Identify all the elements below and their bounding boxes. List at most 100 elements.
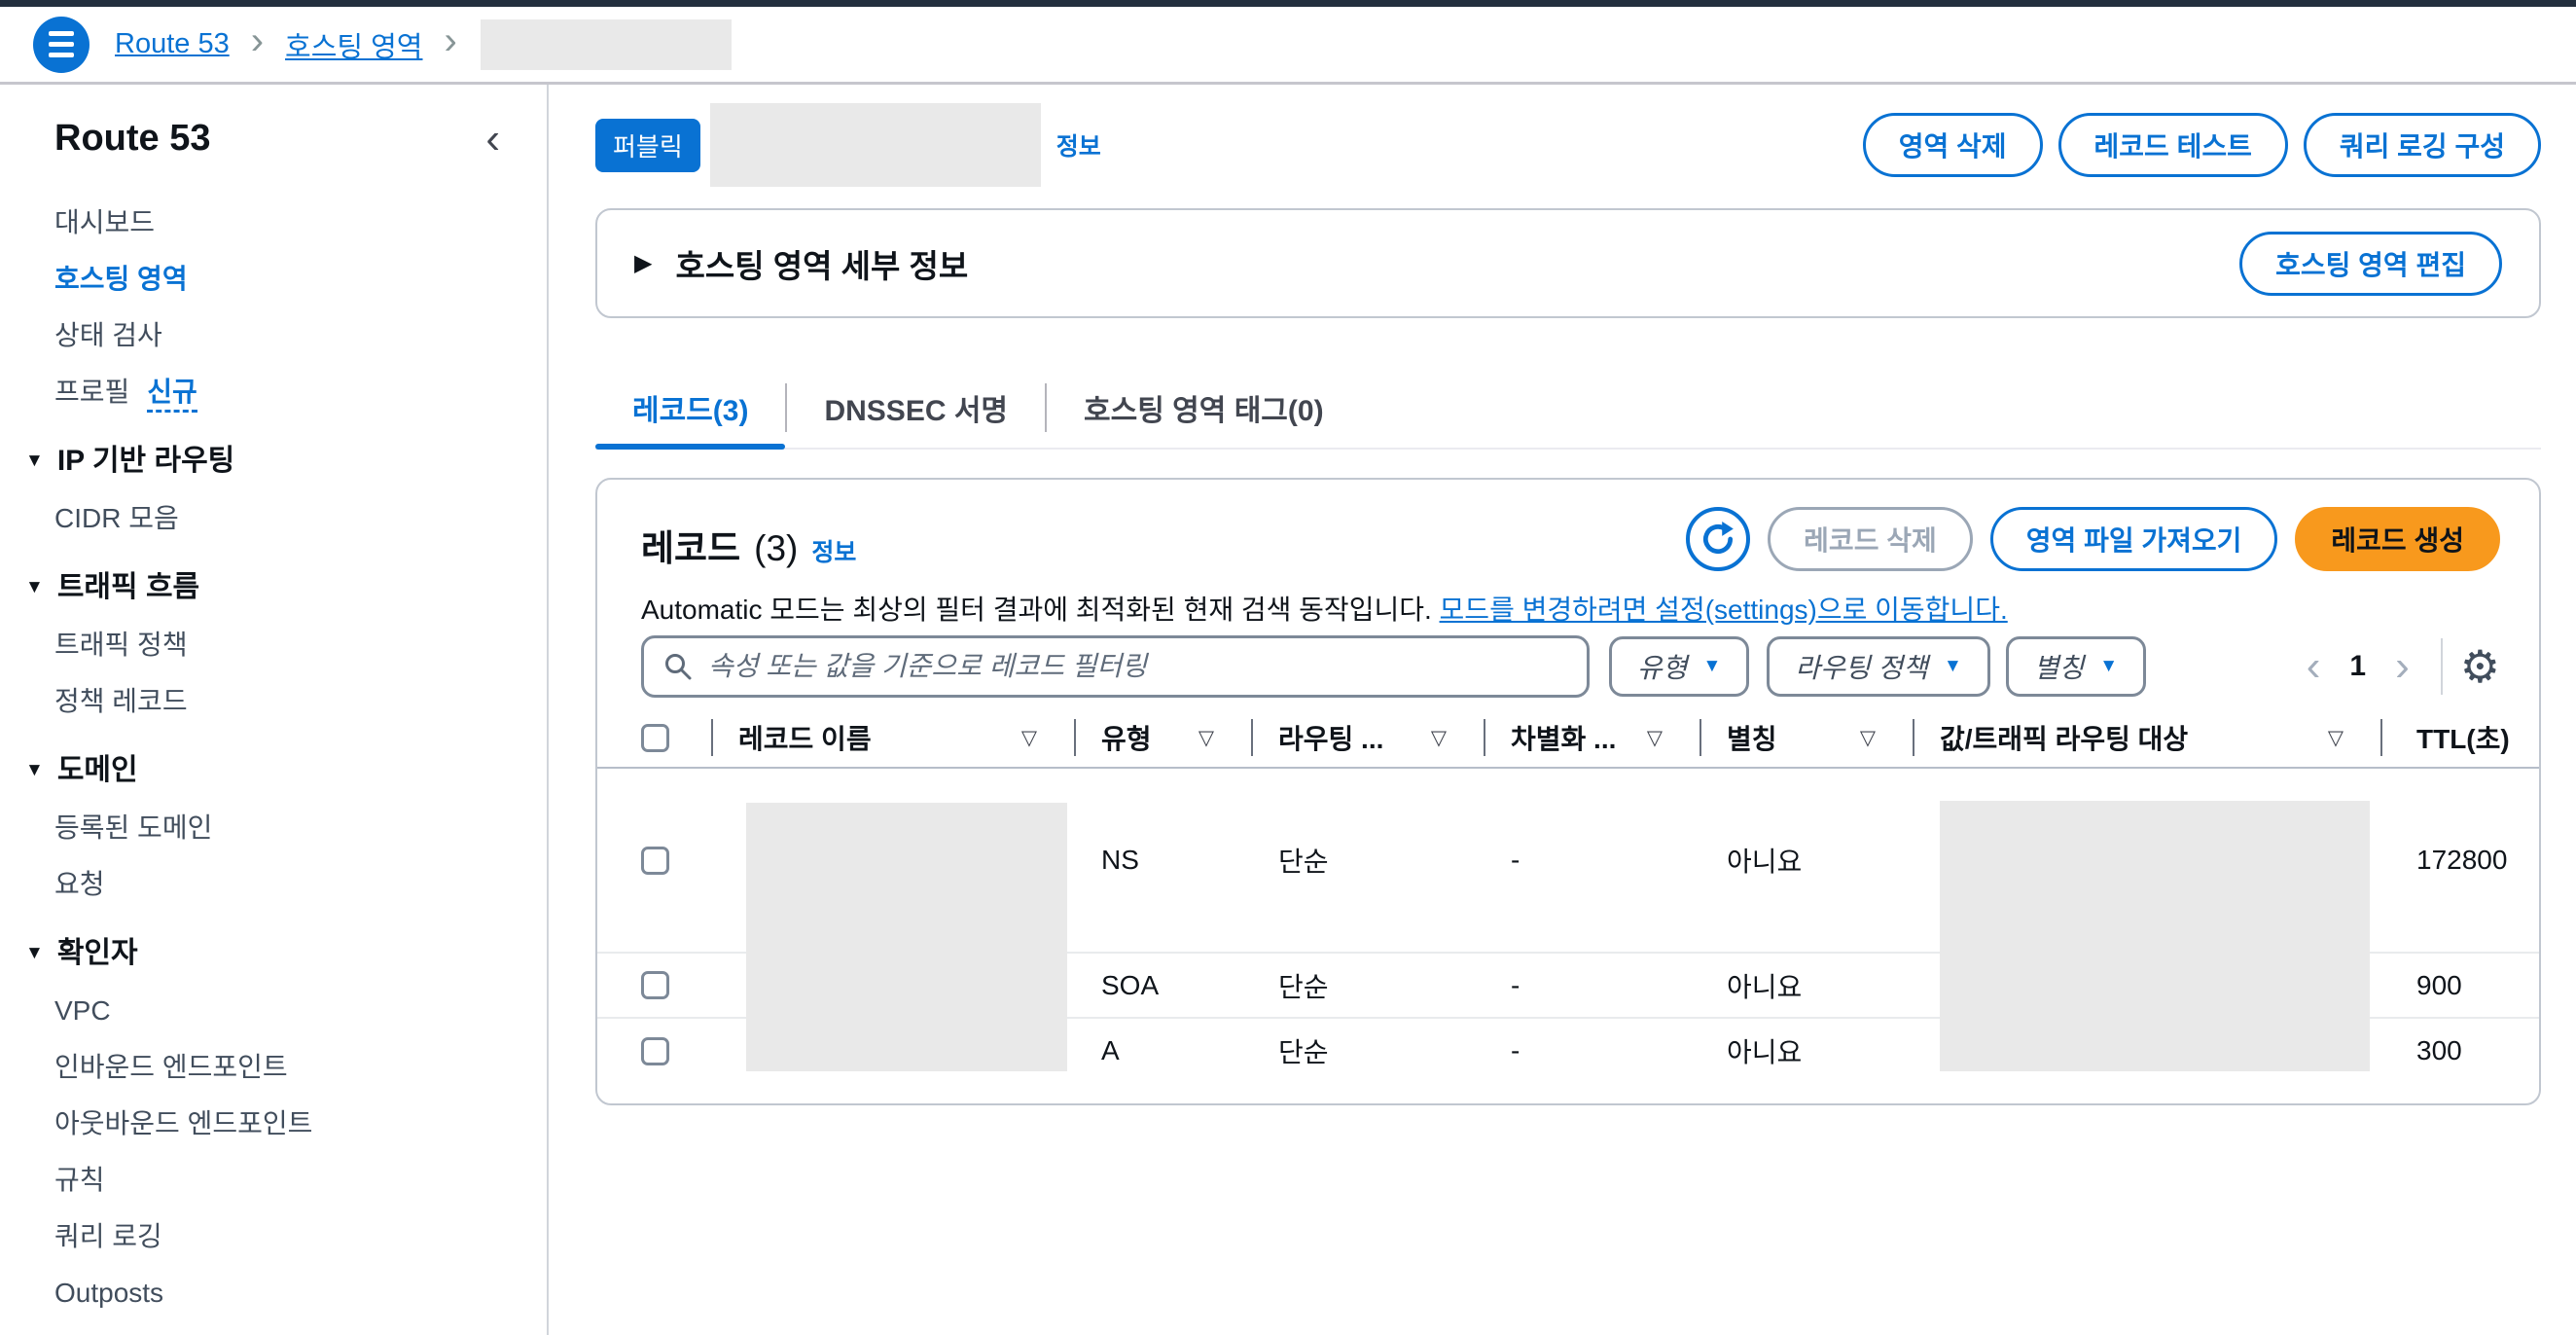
zone-header: 퍼블릭 정보 영역 삭제 레코드 테스트 쿼리 로깅 구성 [595, 98, 2541, 192]
sidebar: Route 53 ‹ 대시보드 호스팅 영역 상태 검사 프로필신규 ▼IP 기… [0, 85, 549, 1335]
pagination-divider [2441, 638, 2443, 695]
caret-down-icon: ▼ [1944, 656, 1962, 677]
cell-alias: 아니요 [1701, 769, 1914, 952]
sidebar-item-hosted-zones[interactable]: 호스팅 영역 [54, 265, 547, 294]
row-checkbox[interactable] [641, 971, 669, 999]
cell-type: SOA [1076, 954, 1253, 1017]
cell-routing: 단순 [1253, 769, 1485, 952]
tab-hosted-zone-tags[interactable]: 호스팅 영역 태그(0) [1047, 365, 1361, 450]
sidebar-item-policy-records[interactable]: 정책 레코드 [54, 687, 547, 716]
records-title-row: 레코드 (3) 정보 [641, 519, 856, 571]
configure-query-logging-button[interactable]: 쿼리 로깅 구성 [2304, 113, 2541, 177]
record-filter-input[interactable] [641, 635, 1590, 698]
column-header-ttl[interactable]: TTL(초) [2382, 708, 2539, 767]
records-description: Automatic 모드는 최상의 필터 결과에 최적화된 현재 검색 동작입니… [641, 589, 2008, 628]
record-names-redacted [746, 803, 1067, 1071]
cell-differentiator: - [1485, 954, 1701, 1017]
caret-down-icon: ▼ [25, 938, 44, 969]
record-filter-search [641, 635, 1590, 698]
column-header-differentiator[interactable]: 차별화 ... ▽ [1485, 708, 1701, 767]
chevron-right-icon: › [251, 19, 264, 63]
sidebar-item-requests[interactable]: 요청 [54, 870, 547, 899]
sidebar-item-rules[interactable]: 규칙 [54, 1166, 547, 1195]
column-header-value[interactable]: 값/트래픽 라우팅 대상 ▽ [1914, 708, 2382, 767]
breadcrumb-bar: Route 53 › 호스팅 영역 › [0, 7, 2576, 85]
breadcrumb-hosted-zones-link[interactable]: 호스팅 영역 [285, 24, 422, 65]
sidebar-section-ip-based-routing[interactable]: ▼IP 기반 라우팅 [25, 446, 547, 477]
delete-zone-button[interactable]: 영역 삭제 [1863, 113, 2043, 177]
import-zone-file-button[interactable]: 영역 파일 가져오기 [1990, 507, 2278, 571]
sidebar-item-profiles[interactable]: 프로필신규 [54, 378, 547, 407]
type-filter-dropdown[interactable]: 유형 ▼ [1609, 636, 1749, 697]
top-nav-strip [0, 0, 2576, 7]
cell-ttl: 300 [2382, 1019, 2539, 1083]
edit-hosted-zone-button[interactable]: 호스팅 영역 편집 [2239, 232, 2502, 296]
sidebar-item-query-logging[interactable]: 쿼리 로깅 [54, 1222, 547, 1251]
tab-dnssec-signing[interactable]: DNSSEC 서명 [787, 365, 1045, 450]
table-header-row: 레코드 이름 ▽ 유형 ▽ 라우팅 ... ▽ [597, 708, 2539, 769]
routing-policy-filter-dropdown[interactable]: 라우팅 정책 ▼ [1767, 636, 1989, 697]
sidebar-item-dashboard[interactable]: 대시보드 [54, 208, 547, 237]
breadcrumb-zone-name-redacted [481, 19, 732, 70]
row-checkbox[interactable] [641, 1037, 669, 1065]
sidebar-item-traffic-policies[interactable]: 트래픽 정책 [54, 631, 547, 660]
current-page-number: 1 [2334, 650, 2381, 683]
sidebar-section-domains[interactable]: ▼도메인 [25, 755, 547, 786]
sort-icon: ▽ [1199, 726, 1214, 750]
create-record-button[interactable]: 레코드 생성 [2295, 507, 2500, 571]
sort-icon: ▽ [1860, 726, 1876, 750]
settings-mode-link[interactable]: 모드를 변경하려면 설정(settings)으로 이동합니다. [1440, 595, 2008, 625]
sidebar-section-resolver[interactable]: ▼확인자 [25, 938, 547, 969]
previous-page-icon[interactable]: ‹ [2293, 647, 2335, 686]
cell-alias: 아니요 [1701, 954, 1914, 1017]
filter-row: 유형 ▼ 라우팅 정책 ▼ 별칭 ▼ ‹ 1 › ⚙ [641, 635, 2500, 698]
gear-icon[interactable]: ⚙ [2460, 640, 2500, 693]
refresh-button[interactable] [1686, 507, 1750, 571]
records-panel: 레코드 (3) 정보 레코드 삭제 영역 파일 가져오기 레코드 생성 Auto… [595, 478, 2541, 1105]
expander-triangle-icon[interactable]: ▶ [634, 249, 652, 277]
chevron-right-icon: › [445, 19, 457, 63]
column-header-record-name[interactable]: 레코드 이름 ▽ [713, 708, 1076, 767]
sidebar-item-vpc[interactable]: VPC [54, 996, 547, 1026]
records-title: 레코드 [641, 519, 740, 571]
sidebar-item-inbound-endpoints[interactable]: 인바운드 엔드포인트 [54, 1053, 547, 1082]
row-checkbox[interactable] [641, 847, 669, 875]
delete-record-button[interactable]: 레코드 삭제 [1768, 507, 1973, 571]
records-actions: 레코드 삭제 영역 파일 가져오기 레코드 생성 [1686, 507, 2500, 571]
sidebar-item-cidr-collections[interactable]: CIDR 모음 [54, 504, 547, 533]
next-page-icon[interactable]: › [2381, 647, 2423, 686]
test-record-button[interactable]: 레코드 테스트 [2058, 113, 2288, 177]
sidebar-item-outposts[interactable]: Outposts [54, 1279, 547, 1308]
sidebar-item-outbound-endpoints[interactable]: 아웃바운드 엔드포인트 [54, 1109, 547, 1138]
caret-down-icon: ▼ [25, 446, 44, 477]
column-header-alias[interactable]: 별칭 ▽ [1701, 708, 1914, 767]
caret-down-icon: ▼ [25, 572, 44, 603]
records-info-link[interactable]: 정보 [811, 533, 856, 568]
cell-routing: 단순 [1253, 954, 1485, 1017]
record-values-redacted [1940, 801, 2370, 1071]
caret-down-icon: ▼ [2099, 656, 2118, 677]
records-description-text: Automatic 모드는 최상의 필터 결과에 최적화된 현재 검색 동작입니… [641, 595, 1432, 625]
select-all-checkbox[interactable] [641, 724, 669, 752]
alias-filter-dropdown[interactable]: 별칭 ▼ [2006, 636, 2146, 697]
column-header-routing[interactable]: 라우팅 ... ▽ [1253, 708, 1485, 767]
tab-bar: 레코드(3) DNSSEC 서명 호스팅 영역 태그(0) [595, 365, 2541, 450]
sidebar-section-traffic-flow[interactable]: ▼트래픽 흐름 [25, 572, 547, 603]
refresh-icon [1699, 521, 1736, 558]
sidebar-collapse-icon[interactable]: ‹ [485, 125, 500, 154]
hamburger-menu-icon[interactable] [33, 17, 89, 73]
cell-type: A [1076, 1019, 1253, 1083]
search-icon [662, 651, 694, 682]
caret-down-icon: ▼ [25, 755, 44, 786]
caret-down-icon: ▼ [1703, 656, 1722, 677]
tab-records[interactable]: 레코드(3) [595, 365, 785, 450]
cell-differentiator: - [1485, 769, 1701, 952]
sort-icon: ▽ [1021, 726, 1037, 750]
sidebar-title: Route 53 [54, 118, 210, 160]
column-header-type[interactable]: 유형 ▽ [1076, 708, 1253, 767]
breadcrumb-route53-link[interactable]: Route 53 [115, 28, 230, 60]
cell-ttl: 172800 [2382, 769, 2539, 952]
sidebar-item-health-checks[interactable]: 상태 검사 [54, 321, 547, 350]
zone-info-link[interactable]: 정보 [1056, 127, 1101, 162]
sidebar-item-registered-domains[interactable]: 등록된 도메인 [54, 813, 547, 843]
